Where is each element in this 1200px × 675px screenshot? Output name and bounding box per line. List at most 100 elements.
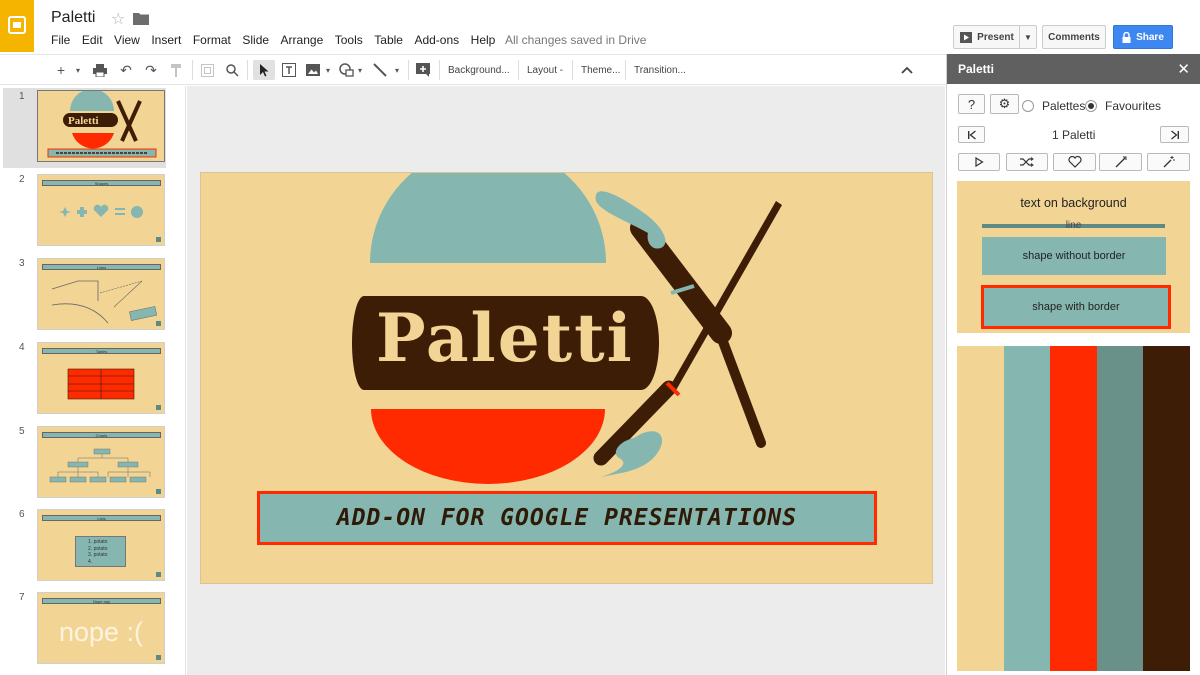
paint-format-icon[interactable] [168, 60, 186, 80]
toolbar-divider [247, 60, 248, 80]
menu-bar: File Edit View Insert Format Slide Arran… [51, 33, 507, 47]
image-icon[interactable] [304, 60, 322, 80]
menu-format[interactable]: Format [193, 33, 231, 47]
palettes-radio-label[interactable]: Palettes [1042, 99, 1085, 113]
favourites-radio[interactable] [1085, 100, 1097, 112]
toolbar-divider [408, 60, 409, 80]
first-palette-button[interactable] [958, 126, 985, 143]
layout-button[interactable]: Layout - [527, 60, 563, 80]
play-button[interactable] [958, 153, 1000, 171]
settings-button[interactable]: ⚙ [990, 94, 1019, 114]
slide-7-body: nope :( [58, 617, 144, 647]
preview-shape-without-border: shape without border [982, 237, 1166, 275]
last-palette-button[interactable] [1160, 126, 1189, 143]
new-slide-icon[interactable]: + [54, 60, 68, 80]
slide-thumbnail-5[interactable]: Charts [37, 426, 165, 498]
menu-help[interactable]: Help [471, 33, 496, 47]
palette-swatch[interactable] [1096, 346, 1144, 671]
slide-6-list-box: 1. potato 2. potato 3. potato 4. [75, 536, 126, 567]
theme-button[interactable]: Theme... [581, 60, 620, 80]
menu-add-ons[interactable]: Add-ons [414, 33, 459, 47]
menu-tools[interactable]: Tools [335, 33, 363, 47]
menu-arrange[interactable]: Arrange [281, 33, 324, 47]
zoom-icon[interactable] [223, 60, 241, 80]
share-label: Share [1136, 31, 1164, 43]
slide-2-shapes [59, 204, 143, 218]
star-icon[interactable]: ☆ [111, 9, 125, 29]
slide-thumbnail-3[interactable]: Lines [37, 258, 165, 330]
comments-button[interactable]: Comments [1042, 25, 1106, 49]
paletti-sidebar: Paletti ✕ ? ⚙ Palettes Favourites 1 Pale… [946, 54, 1200, 675]
shape-dropdown-icon[interactable]: ▾ [356, 60, 364, 80]
folder-icon[interactable] [133, 12, 149, 25]
line-dropdown-icon[interactable]: ▾ [393, 60, 401, 80]
line-icon[interactable] [371, 60, 389, 80]
slide-number: 2 [19, 174, 25, 185]
sidebar-header: Paletti ✕ [947, 54, 1200, 84]
toolbar: + ▾ ↶ ↷ ▾ ▾ ▾ Background... Layout - The… [0, 54, 946, 85]
menu-edit[interactable]: Edit [82, 33, 103, 47]
close-icon[interactable]: ✕ [1177, 60, 1190, 78]
transition-button[interactable]: Transition... [634, 60, 686, 80]
help-button[interactable]: ? [958, 94, 985, 114]
main-slide[interactable]: Paletti ADD-ON FOR GOOGLE PRESENTATIONS [200, 172, 933, 584]
slide-thumbnail-1[interactable]: Paletti [37, 90, 165, 162]
menu-view[interactable]: View [114, 33, 140, 47]
collapse-toolbar-icon[interactable] [898, 60, 916, 80]
share-button[interactable]: Share [1113, 25, 1173, 49]
palette-swatch[interactable] [957, 346, 1004, 671]
help-icon: ? [967, 96, 976, 112]
shuffle-button[interactable] [1006, 153, 1048, 171]
save-status[interactable]: All changes saved in Drive [505, 33, 646, 47]
slide-filmstrip: 1 Paletti 2 Shapes 3 Lines 4 Tables 5 Ch… [0, 86, 186, 675]
shape-icon[interactable] [337, 60, 355, 80]
slide-thumbnail-6[interactable]: Lists 1. potato 2. potato 3. potato 4. [37, 509, 165, 581]
slides-logo-icon [8, 16, 26, 34]
redo-icon[interactable]: ↷ [142, 60, 160, 80]
apply-button[interactable] [1099, 153, 1142, 171]
slide-3-lines [51, 280, 158, 324]
app-header: Paletti ☆ File Edit View Insert Format S… [0, 0, 1200, 54]
apply-all-button[interactable] [1147, 153, 1190, 171]
palettes-radio[interactable] [1022, 100, 1034, 112]
slide-4-table [67, 368, 135, 400]
background-button[interactable]: Background... [448, 60, 510, 80]
print-icon[interactable] [91, 60, 109, 80]
document-title[interactable]: Paletti [51, 9, 95, 27]
palette-swatch[interactable] [1143, 346, 1190, 671]
menu-table[interactable]: Table [374, 33, 403, 47]
sidebar-title: Paletti [958, 62, 995, 76]
slide-number: 1 [19, 91, 25, 102]
toolbar-divider [625, 60, 626, 80]
slide-number: 6 [19, 509, 25, 520]
present-dropdown-button[interactable]: ▼ [1019, 25, 1037, 49]
toolbar-divider [439, 60, 440, 80]
slide-number: 7 [19, 592, 25, 603]
slide-7-title: Nope nay [42, 598, 161, 604]
slide-thumbnail-2[interactable]: Shapes [37, 174, 165, 246]
menu-insert[interactable]: Insert [151, 33, 181, 47]
text-box-icon[interactable] [280, 60, 298, 80]
new-slide-dropdown-icon[interactable]: ▾ [73, 60, 83, 80]
palette-swatch[interactable] [1003, 346, 1051, 671]
present-button[interactable]: Present [953, 25, 1020, 49]
add-comment-icon[interactable] [414, 60, 432, 80]
palette-swatch[interactable] [1050, 346, 1097, 671]
slide-subtitle-box[interactable]: ADD-ON FOR GOOGLE PRESENTATIONS [257, 491, 877, 545]
undo-icon[interactable]: ↶ [117, 60, 135, 80]
fit-icon[interactable] [198, 60, 216, 80]
heart-icon [1067, 156, 1082, 168]
slides-logo[interactable] [0, 0, 34, 52]
wand-icon [1115, 156, 1126, 168]
preview-line-label: line [1065, 220, 1082, 231]
image-dropdown-icon[interactable]: ▾ [324, 60, 332, 80]
slide-thumbnail-4[interactable]: Tables [37, 342, 165, 414]
favourites-radio-label[interactable]: Favourites [1105, 99, 1161, 113]
menu-file[interactable]: File [51, 33, 70, 47]
menu-slide[interactable]: Slide [242, 33, 269, 47]
palette-preview: text on background line shape without bo… [957, 181, 1190, 333]
slide-thumbnail-7[interactable]: Nope nay nope :( [37, 592, 165, 664]
select-tool-icon[interactable] [253, 60, 275, 80]
favourite-button[interactable] [1053, 153, 1096, 171]
preview-text-on-background: text on background [1020, 196, 1127, 210]
